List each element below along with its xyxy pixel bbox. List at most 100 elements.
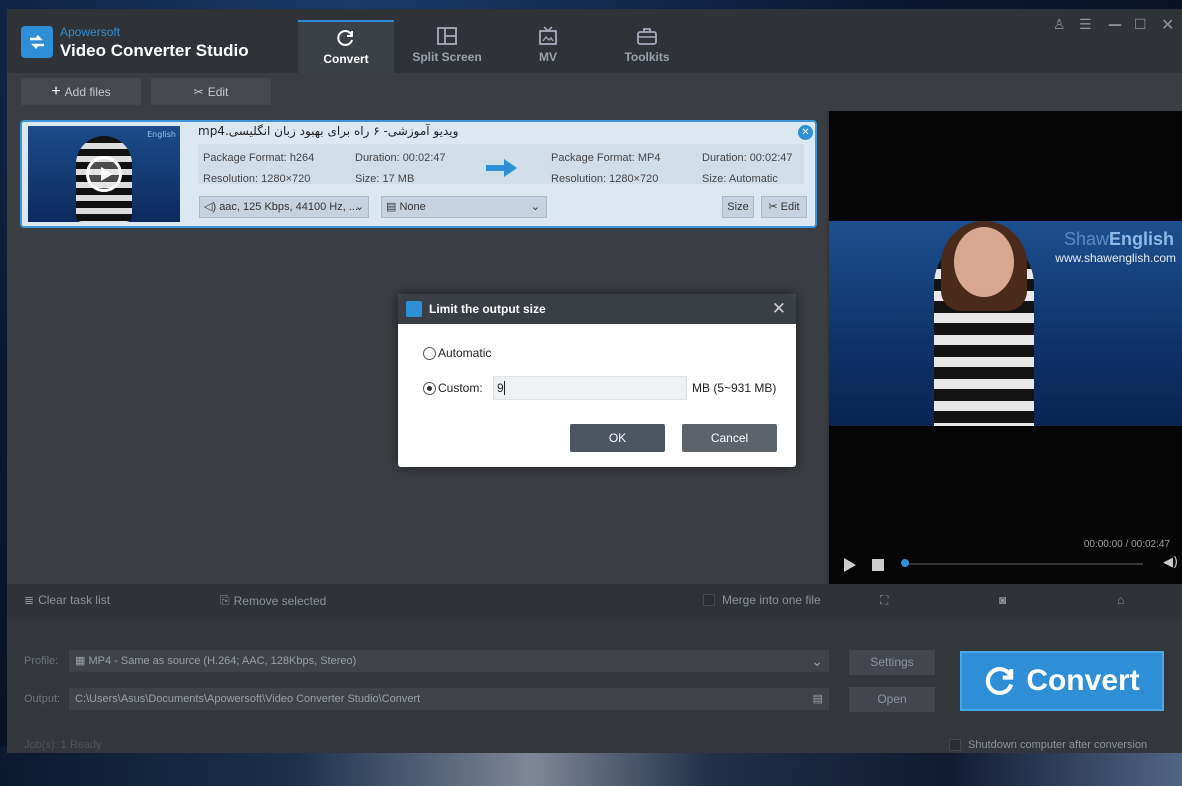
app-logo-icon [406, 301, 422, 317]
merge-check-box[interactable] [703, 594, 715, 606]
source-resolution: Resolution: 1280×720 [203, 173, 311, 185]
cancel-button[interactable]: Cancel [682, 424, 777, 452]
close-icon[interactable]: ✕ [772, 294, 786, 324]
tab-toolkits[interactable]: Toolkits [599, 20, 695, 73]
seek-handle[interactable] [901, 559, 909, 567]
preview-watermark-url: www.shawenglish.com [1055, 251, 1176, 265]
add-files-button[interactable]: + Add files [21, 78, 141, 105]
open-button[interactable]: Open [849, 687, 935, 712]
source-format: Package Format: h264 [203, 152, 315, 164]
audio-track-select[interactable]: ◁) aac, 125 Kbps, 44100 Hz, ... ⌄ [199, 196, 369, 218]
browse-folder-icon[interactable]: ▤ [813, 688, 823, 710]
limit-output-size-dialog: Limit the output size ✕ Automatic Custom… [398, 294, 796, 467]
app-title: Video Converter Studio [60, 41, 249, 60]
job-status: Job(s): 1 Ready [24, 739, 102, 751]
remove-selected-button[interactable]: ⎘ Remove selected [220, 593, 326, 608]
output-path-field[interactable]: C:\Users\Asus\Documents\Apowersoft\Video… [69, 688, 829, 710]
app-logo-icon [21, 26, 53, 58]
custom-size-value: 9 [497, 381, 504, 395]
shutdown-check-box[interactable] [949, 739, 961, 751]
minimize-icon[interactable]: — [1108, 17, 1122, 33]
user-icon[interactable]: ♙ [1053, 17, 1066, 33]
remove-selected-label: Remove selected [233, 593, 327, 608]
task-item[interactable]: English ویدیو آموزشی- ۶ راه برای بهبود ز… [20, 120, 817, 228]
automatic-label: Automatic [438, 346, 492, 360]
tab-label: Split Screen [412, 50, 482, 64]
remove-icon: ⎘ [220, 593, 230, 607]
play-icon[interactable] [843, 557, 857, 573]
automatic-radio[interactable] [423, 347, 436, 360]
app-window: Apowersoft Video Converter Studio Conver… [7, 9, 1182, 753]
tab-label: Toolkits [624, 50, 670, 64]
maximize-icon[interactable]: ☐ [1134, 17, 1147, 33]
scissors-icon: ✂ [768, 201, 778, 213]
title-bar: Apowersoft Video Converter Studio Conver… [7, 9, 1182, 73]
settings-button[interactable]: Settings [849, 650, 935, 675]
custom-size-input[interactable]: 9 [493, 376, 687, 400]
target-duration: Duration: 00:02:47 [702, 152, 793, 164]
profile-value: MP4 - Same as source (H.264; AAC, 128Kbp… [88, 655, 357, 667]
action-bar: ≣ Clear task list ⎘ Remove selected Merg… [7, 584, 1182, 617]
film-icon: ▦ [75, 655, 86, 667]
shutdown-label: Shutdown computer after conversion [968, 739, 1148, 751]
merge-label: Merge into one file [722, 593, 821, 607]
output-path-value: C:\Users\Asus\Documents\Apowersoft\Video… [75, 693, 421, 705]
preview-panel: ShawEnglish www.shawenglish.com 00:00:00… [829, 111, 1182, 584]
size-unit-hint: MB (5~931 MB) [692, 381, 777, 395]
tab-mv[interactable]: MV [500, 20, 596, 73]
add-files-label: Add files [64, 84, 111, 99]
stop-icon[interactable] [871, 557, 885, 573]
speaker-icon: ◁) [204, 201, 217, 213]
close-icon[interactable]: ✕ [1161, 15, 1174, 34]
preview-watermark-title: ShawEnglish [1064, 229, 1174, 250]
chevron-down-icon: ⌄ [354, 201, 364, 213]
subtitle-icon: ▤ [386, 201, 397, 213]
preview-watermark-prefix: Shaw [1063, 229, 1109, 249]
profile-area: Profile: ▦ MP4 - Same as source (H.264; … [7, 617, 1182, 753]
shutdown-checkbox[interactable]: Shutdown computer after conversion [949, 739, 1147, 751]
edit-task-label: Edit [780, 201, 800, 213]
plus-icon: + [51, 82, 61, 100]
menu-icon[interactable]: ☰ [1079, 17, 1092, 33]
profile-select[interactable]: ▦ MP4 - Same as source (H.264; AAC, 128K… [69, 650, 829, 672]
edit-button[interactable]: ✂ Edit [151, 78, 271, 105]
seek-bar[interactable] [903, 563, 1143, 565]
arrow-right-icon [486, 159, 517, 177]
chevron-down-icon: ⌄ [811, 653, 823, 669]
tab-label: Convert [323, 52, 369, 66]
scissors-icon: ✂ [193, 84, 204, 99]
clear-task-list-button[interactable]: ≣ Clear task list [24, 593, 110, 607]
tab-convert[interactable]: Convert [298, 20, 394, 73]
output-label: Output: [24, 693, 61, 705]
subtitle-select[interactable]: ▤ None ⌄ [381, 196, 547, 218]
source-size: Size: 17 MB [355, 173, 415, 185]
text-cursor [503, 381, 505, 395]
custom-label: Custom: [438, 381, 483, 395]
remove-task-icon[interactable]: ✕ [798, 125, 813, 140]
split-screen-icon [399, 20, 495, 48]
play-icon[interactable] [86, 156, 122, 192]
volume-icon[interactable]: ◀) [1163, 555, 1178, 571]
audio-track-value: aac, 125 Kbps, 44100 Hz, ... [219, 201, 358, 213]
preview-video: ShawEnglish www.shawenglish.com [829, 221, 1182, 426]
video-thumbnail[interactable]: English [28, 126, 180, 222]
edit-label: Edit [207, 84, 229, 99]
edit-task-button[interactable]: ✂ Edit [761, 196, 807, 218]
ok-button[interactable]: OK [570, 424, 665, 452]
fullscreen-icon[interactable]: ⛶ [880, 593, 888, 608]
tab-split-screen[interactable]: Split Screen [399, 20, 495, 73]
tv-icon [500, 20, 596, 48]
refresh-icon [298, 22, 394, 50]
target-resolution: Resolution: 1280×720 [551, 173, 659, 185]
preview-face [954, 227, 1014, 297]
clear-task-list-label: Clear task list [38, 593, 111, 607]
target-format: Package Format: MP4 [551, 152, 661, 164]
folder-icon[interactable]: ⌂ [1117, 593, 1124, 607]
size-button[interactable]: Size [722, 196, 754, 218]
preview-time: 00:00:00 / 00:02:47 [1083, 539, 1170, 550]
convert-button[interactable]: Convert [960, 651, 1164, 711]
camera-icon[interactable]: ◙ [999, 593, 1006, 607]
merge-checkbox[interactable]: Merge into one file [703, 593, 821, 607]
convert-label: Convert [1026, 664, 1140, 697]
custom-radio[interactable] [423, 382, 436, 395]
